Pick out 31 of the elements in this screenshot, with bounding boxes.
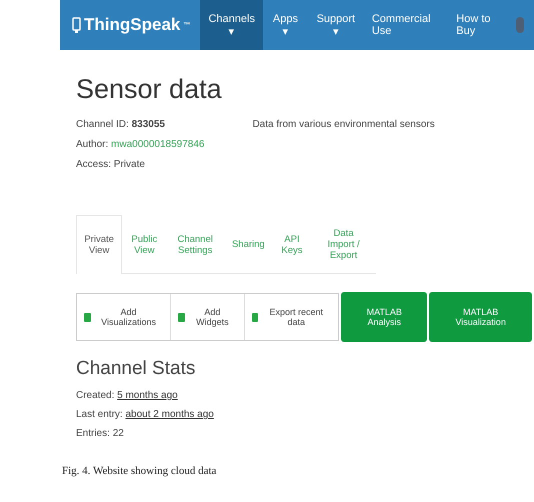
nav-menu[interactable]: Channels ▾ bbox=[200, 0, 264, 50]
field-label: Channel ID: bbox=[76, 119, 130, 130]
figure-caption: Fig. 4. Website showing cloud data bbox=[62, 465, 218, 477]
stat-value: 5 months ago bbox=[117, 390, 178, 401]
nav-menu[interactable]: Apps ▾ bbox=[263, 0, 308, 50]
stat-label: Created: bbox=[76, 390, 116, 401]
tab[interactable]: Private View bbox=[76, 215, 122, 274]
section-title: Channel Stats bbox=[76, 358, 196, 380]
tab[interactable]: Sharing bbox=[224, 215, 273, 273]
stat-label: Entries: bbox=[76, 428, 111, 439]
author-link[interactable]: mwa0000018597846 bbox=[111, 139, 204, 150]
nav-link[interactable]: How to Buy bbox=[448, 0, 512, 50]
nav-link[interactable]: Commercial Use bbox=[364, 0, 448, 50]
tab[interactable]: Channel Settings bbox=[166, 215, 224, 273]
stat-value: 22 bbox=[112, 428, 124, 439]
stat-label: Last entry: bbox=[76, 409, 124, 420]
field-value: Private bbox=[114, 159, 145, 170]
field-value: 833055 bbox=[132, 119, 165, 130]
nav-menu[interactable]: Support ▾ bbox=[308, 0, 364, 50]
channel-description: Data from various environmental sensors bbox=[252, 119, 435, 132]
page-title: Sensor data bbox=[76, 74, 223, 105]
thingspeak-logo[interactable]: ThingSpeak $^{™}$ bbox=[60, 0, 200, 50]
field-label: Author: bbox=[76, 139, 110, 150]
matlab-button[interactable]: MATLAB Visualization bbox=[429, 292, 532, 342]
user-avatar-icon[interactable] bbox=[516, 17, 524, 33]
tab[interactable]: API Keys bbox=[272, 215, 312, 273]
matlab-button[interactable]: MATLAB Analysis bbox=[341, 292, 428, 342]
tab[interactable]: Public View bbox=[122, 215, 166, 273]
stat-value: about 2 months ago bbox=[125, 409, 214, 420]
field-label: Access: bbox=[76, 159, 112, 170]
tab[interactable]: Data Import / Export bbox=[311, 215, 376, 273]
